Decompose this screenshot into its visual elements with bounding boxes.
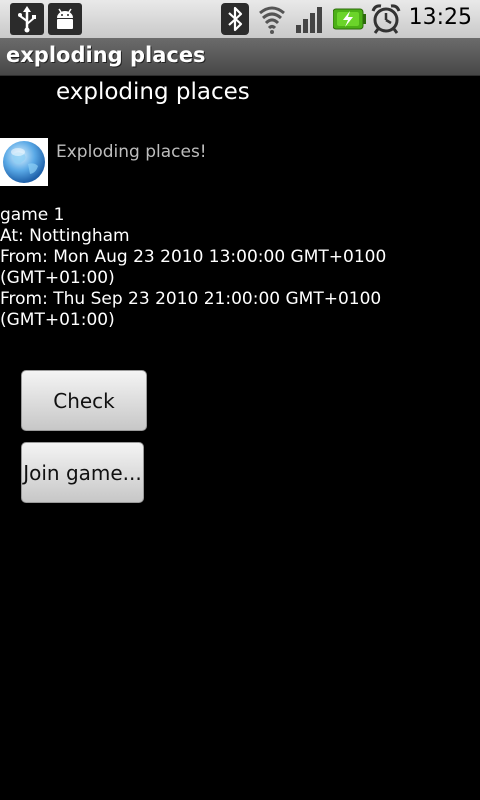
check-client-button[interactable]: Check Client xyxy=(21,370,147,474)
join-game-button[interactable]: Join game... xyxy=(21,442,144,503)
battery-charging-icon xyxy=(332,8,367,34)
screen: 13:25 exploding places exploding places … xyxy=(0,0,480,800)
game-from-2: From: Thu Sep 23 2010 21:00:00 GMT+0100 xyxy=(0,289,382,309)
window-title: exploding places xyxy=(6,43,206,67)
game-location: At: Nottingham xyxy=(0,226,130,246)
game-timezone-1: (GMT+01:00) xyxy=(0,268,115,288)
game-details: game 1 At: Nottingham From: Mon Aug 23 2… xyxy=(0,205,386,331)
app-subtitle: Exploding places! xyxy=(56,142,207,162)
game-from-1: From: Mon Aug 23 2010 13:00:00 GMT+0100 xyxy=(0,247,387,267)
bluetooth-icon xyxy=(221,3,249,39)
app-header: exploding places xyxy=(56,79,250,105)
signal-icon xyxy=(294,3,328,39)
game-name: game 1 xyxy=(0,205,65,225)
status-bar: 13:25 xyxy=(0,0,480,38)
alarm-icon xyxy=(370,3,402,39)
usb-icon xyxy=(10,3,44,39)
globe-icon xyxy=(0,138,48,186)
status-time: 13:25 xyxy=(408,5,472,30)
title-bar: exploding places xyxy=(0,38,480,76)
game-timezone-2: (GMT+01:00) xyxy=(0,310,115,330)
wifi-icon xyxy=(258,3,286,39)
android-debug-icon xyxy=(48,3,82,39)
